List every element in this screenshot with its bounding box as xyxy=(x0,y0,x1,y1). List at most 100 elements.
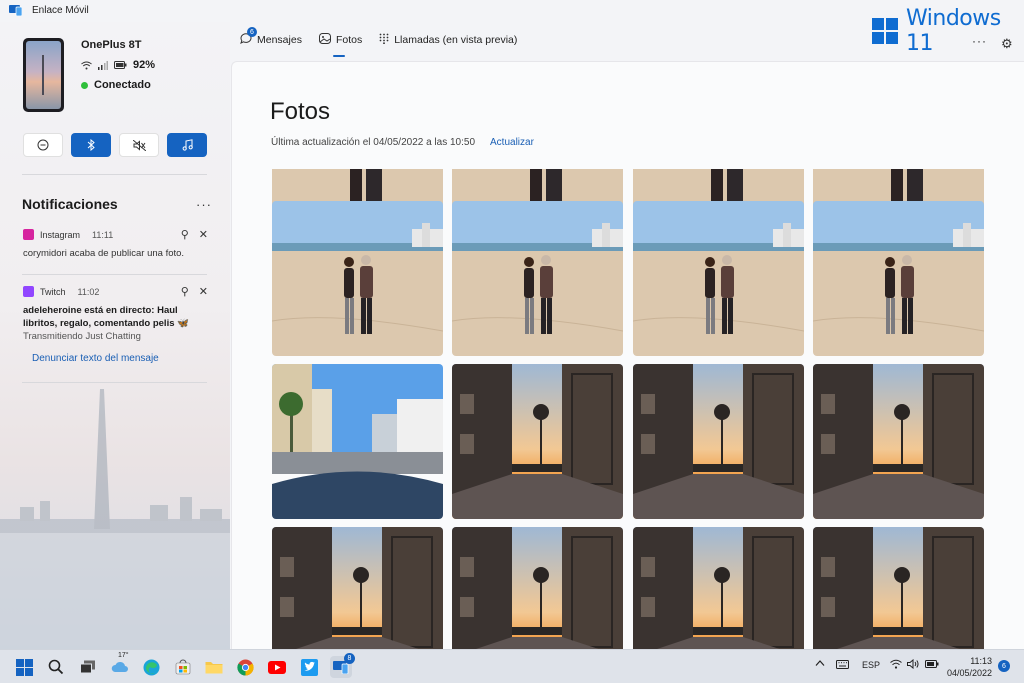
wallpaper-city-silhouette xyxy=(0,389,230,649)
search-icon xyxy=(48,659,64,675)
windows-logo-icon xyxy=(872,18,898,44)
twitch-icon xyxy=(23,286,34,297)
youtube-button[interactable] xyxy=(266,656,288,678)
notification-time: 11:11 xyxy=(92,229,114,240)
task-view-button[interactable] xyxy=(77,656,99,678)
phone-link-badge: 8 xyxy=(344,653,355,664)
device-sidebar: OnePlus 8T 92% Conectado Notificaciones … xyxy=(0,22,230,649)
tab-label: Mensajes xyxy=(257,34,302,46)
notification-subtitle: Transmitiendo Just Chatting xyxy=(23,331,141,342)
close-icon[interactable]: ✕ xyxy=(199,285,208,298)
search-button[interactable] xyxy=(45,656,67,678)
refresh-link[interactable]: Actualizar xyxy=(490,137,534,148)
do-not-disturb-button[interactable] xyxy=(23,133,63,157)
photo-thumbnail[interactable] xyxy=(633,364,804,519)
taskbar-clock[interactable]: 11:13 04/05/2022 xyxy=(947,655,992,679)
photos-pane: Fotos Última actualización el 04/05/2022… xyxy=(231,61,1024,649)
photo-thumbnail[interactable] xyxy=(272,364,443,519)
notification-instagram[interactable]: Instagram 11:11 ⚲ ✕ corymidori acaba de … xyxy=(23,228,208,260)
clock-date: 04/05/2022 xyxy=(947,668,993,678)
input-language[interactable]: ESP xyxy=(862,660,880,670)
connection-label: Conectado xyxy=(94,79,151,91)
store-icon xyxy=(175,659,191,675)
connection-status: Conectado xyxy=(81,79,151,91)
dialpad-icon xyxy=(379,33,389,47)
folder-icon xyxy=(205,662,223,674)
top-tabs: 6 Mensajes Fotos Llamadas (en vista prev… xyxy=(240,27,534,47)
minus-circle-icon xyxy=(37,139,49,151)
show-hidden-icons-chevron-up-icon[interactable] xyxy=(815,659,825,669)
edge-icon xyxy=(143,659,159,675)
photo-thumbnail[interactable] xyxy=(452,201,623,356)
chrome-icon xyxy=(236,659,254,676)
wifi-icon xyxy=(81,61,92,69)
battery-tray-icon[interactable] xyxy=(925,660,939,670)
tab-label: Fotos xyxy=(335,34,363,46)
photo-thumbnail[interactable] xyxy=(813,201,984,356)
page-title: Fotos xyxy=(270,98,331,125)
photo-grid xyxy=(272,169,984,649)
weather-widget[interactable]: 17° xyxy=(109,652,131,678)
weather-temp: 17° xyxy=(118,652,129,659)
speaker-mute-icon xyxy=(132,139,146,151)
notification-twitch[interactable]: Twitch 11:02 ⚲ ✕ adeleheroine está en di… xyxy=(23,285,208,343)
pin-icon[interactable]: ⚲ xyxy=(181,285,189,298)
instagram-icon xyxy=(23,229,34,240)
notifications-heading: Notificaciones xyxy=(22,196,118,212)
file-explorer-button[interactable] xyxy=(203,656,225,678)
audio-button[interactable] xyxy=(167,133,207,157)
settings-gear-icon[interactable]: ⚙ xyxy=(1001,36,1013,52)
edge-button[interactable] xyxy=(140,656,162,678)
title-bar: Enlace Móvil xyxy=(0,0,1024,22)
more-options-icon[interactable]: ··· xyxy=(972,34,987,48)
start-button[interactable] xyxy=(13,656,35,678)
notification-time: 11:02 xyxy=(77,286,100,297)
photo-thumbnail[interactable] xyxy=(633,201,804,356)
twitter-button[interactable] xyxy=(298,656,320,678)
photo-thumbnail[interactable] xyxy=(452,364,623,519)
store-button[interactable] xyxy=(172,656,194,678)
tab-photos[interactable]: Fotos xyxy=(318,33,363,47)
chat-icon: 6 xyxy=(240,27,257,47)
photo-thumbnail[interactable] xyxy=(272,527,443,649)
report-message-link[interactable]: Denunciar texto del mensaje xyxy=(32,353,159,364)
phone-link-app-icon xyxy=(9,5,22,16)
messages-badge: 6 xyxy=(247,27,257,37)
windows-start-icon xyxy=(15,658,33,676)
device-name: OnePlus 8T xyxy=(81,39,142,51)
photo-thumbnail[interactable] xyxy=(272,201,443,356)
pin-icon[interactable]: ⚲ xyxy=(181,228,189,241)
battery-icon xyxy=(114,61,127,69)
keyboard-icon[interactable] xyxy=(836,660,849,671)
photo-thumbnail[interactable] xyxy=(813,364,984,519)
tab-messages[interactable]: 6 Mensajes xyxy=(240,27,302,47)
bluetooth-button[interactable] xyxy=(71,133,111,157)
volume-icon[interactable] xyxy=(907,658,919,671)
window-title: Enlace Móvil xyxy=(32,5,89,16)
device-status: 92% xyxy=(81,59,155,71)
photo-thumbnail[interactable] xyxy=(813,527,984,649)
signal-icon xyxy=(98,60,108,70)
clock-time: 11:13 xyxy=(970,656,993,666)
close-icon[interactable]: ✕ xyxy=(199,228,208,241)
photo-icon xyxy=(318,33,331,47)
photo-thumbnail[interactable] xyxy=(452,527,623,649)
phone-link-taskbar-button[interactable]: 8 xyxy=(330,653,355,678)
tab-label: Llamadas (en vista previa) xyxy=(394,34,518,46)
tab-calls[interactable]: Llamadas (en vista previa) xyxy=(379,33,517,47)
last-update-text: Última actualización el 04/05/2022 a las… xyxy=(271,137,476,148)
notification-divider xyxy=(22,274,207,275)
network-wifi-icon[interactable] xyxy=(890,659,902,671)
notification-center-badge[interactable]: 6 xyxy=(998,660,1010,672)
notification-divider xyxy=(22,382,207,383)
photo-thumbnail[interactable] xyxy=(633,527,804,649)
music-note-icon xyxy=(182,139,193,151)
chrome-button[interactable] xyxy=(234,656,256,678)
youtube-icon xyxy=(268,660,286,674)
notifications-more-icon[interactable]: ··· xyxy=(196,197,212,212)
mute-button[interactable] xyxy=(119,133,159,157)
phone-thumbnail[interactable] xyxy=(23,38,64,112)
bluetooth-icon xyxy=(87,139,95,151)
twitter-icon xyxy=(300,658,318,676)
notification-body: corymidori acaba de publicar una foto. xyxy=(23,248,185,259)
